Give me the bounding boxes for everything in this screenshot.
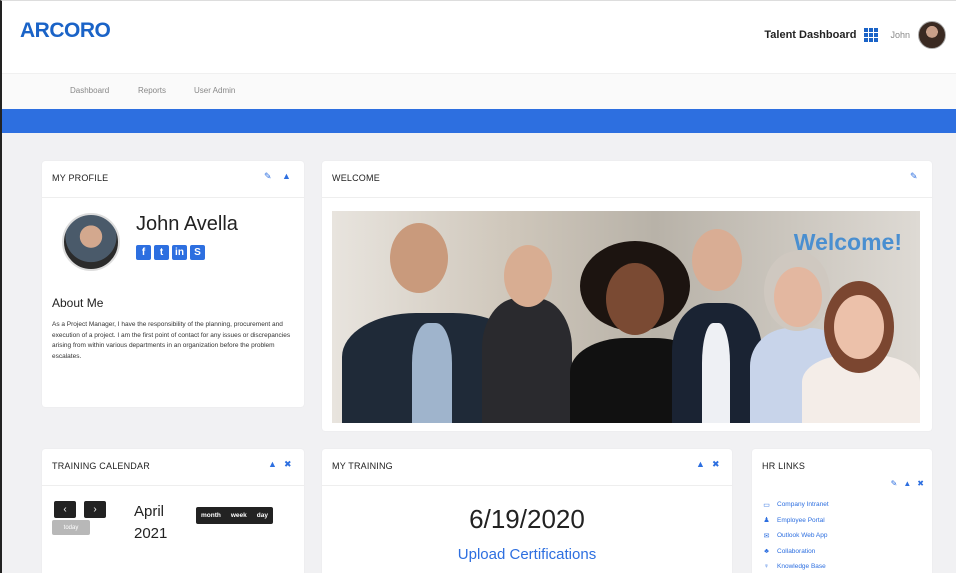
today-button[interactable]: today: [52, 520, 90, 535]
divider: [42, 197, 304, 198]
edit-icon[interactable]: ✎: [891, 479, 898, 488]
collapse-icon[interactable]: ▲: [268, 459, 277, 469]
close-icon[interactable]: ✖: [712, 459, 720, 470]
calendar-view-toggle: month week day: [196, 507, 273, 524]
close-icon[interactable]: ✖: [284, 459, 292, 470]
social-links: f t in S: [136, 245, 205, 260]
hr-links-controls: ✎ ▲ ✖: [891, 479, 924, 488]
hr-link-knowledge-base[interactable]: ♀ Knowledge Base: [762, 559, 829, 573]
my-profile-card: MY PROFILE ✎ ▲ John Avella f t in S Abou…: [42, 161, 304, 407]
hr-link-employee-portal[interactable]: ♟ Employee Portal: [762, 513, 829, 529]
close-icon[interactable]: ✖: [917, 479, 924, 488]
person-figure: [672, 211, 762, 423]
mail-icon: ✉: [763, 532, 770, 540]
edit-icon[interactable]: ✎: [264, 171, 272, 182]
top-header: ARCORO Talent Dashboard John: [2, 1, 956, 73]
year: 2021: [134, 525, 168, 542]
link-label[interactable]: Collaboration: [777, 548, 815, 555]
user-name[interactable]: John: [890, 30, 910, 40]
collapse-icon[interactable]: ▲: [903, 479, 911, 488]
person-icon: ♟: [763, 517, 770, 525]
profile-name: John Avella: [136, 213, 238, 235]
accent-bar: [2, 109, 956, 133]
next-month-button[interactable]: ›: [84, 501, 106, 518]
welcome-team-image: Welcome!: [332, 211, 920, 423]
nav-item-user-admin[interactable]: User Admin: [194, 86, 235, 95]
talent-dashboard-label[interactable]: Talent Dashboard: [764, 29, 856, 41]
day-view-button[interactable]: day: [252, 507, 273, 524]
app-window: ARCORO Talent Dashboard John Dashboard R…: [0, 0, 956, 573]
divider: [322, 197, 932, 198]
calendar-month-label: April 2021: [134, 501, 167, 545]
hr-links-card: HR LINKS ✎ ▲ ✖ ▭ Company Intranet ♟ Employ…: [752, 449, 932, 573]
arcoro-logo[interactable]: ARCORO: [20, 19, 111, 43]
hr-link-collaboration[interactable]: ♣ Collaboration: [762, 544, 829, 560]
card-title: MY TRAINING: [332, 461, 393, 471]
facebook-icon[interactable]: f: [136, 245, 151, 260]
twitter-icon[interactable]: t: [154, 245, 169, 260]
person-figure: [482, 211, 572, 423]
training-date: 6/19/2020: [469, 504, 585, 534]
nav-item-reports[interactable]: Reports: [138, 86, 166, 95]
card-title: TRAINING CALENDAR: [52, 461, 150, 471]
divider: [42, 485, 304, 486]
my-training-card: MY TRAINING ▲ ✖ 6/19/2020 Upload Certifi…: [322, 449, 732, 573]
card-title: MY PROFILE: [52, 173, 109, 183]
divider: [322, 485, 732, 486]
training-calendar-card: TRAINING CALENDAR ▲ ✖ ‹ › today April 20…: [42, 449, 304, 573]
link-label[interactable]: Outlook Web App: [777, 532, 827, 539]
welcome-banner-text: Welcome!: [793, 229, 902, 255]
month-view-button[interactable]: month: [196, 507, 226, 524]
app-grid-icon[interactable]: [864, 28, 879, 42]
prev-month-button[interactable]: ‹: [54, 501, 76, 518]
welcome-card: WELCOME ✎ Welcome!: [322, 161, 932, 431]
nav-item-dashboard[interactable]: Dashboard: [70, 86, 109, 95]
monitor-icon: ▭: [763, 501, 770, 509]
bulb-icon: ♀: [763, 563, 770, 571]
user-avatar[interactable]: [918, 21, 946, 49]
collapse-icon[interactable]: ▲: [696, 459, 705, 469]
edit-icon[interactable]: ✎: [910, 171, 918, 182]
hr-link-company-intranet[interactable]: ▭ Company Intranet: [762, 497, 829, 513]
skype-icon[interactable]: S: [190, 245, 205, 260]
header-user-area: Talent Dashboard John: [764, 21, 946, 49]
about-heading: About Me: [52, 296, 104, 310]
upload-certifications-link[interactable]: Upload Certifications: [322, 546, 732, 563]
hr-links-list: ▭ Company Intranet ♟ Employee Portal ✉ Outl…: [762, 497, 829, 573]
linkedin-icon[interactable]: in: [172, 245, 187, 260]
collapse-icon[interactable]: ▲: [282, 171, 291, 181]
link-label[interactable]: Knowledge Base: [777, 563, 826, 570]
card-title: HR LINKS: [762, 461, 806, 471]
month-name: April: [134, 503, 165, 520]
week-view-button[interactable]: week: [226, 507, 252, 524]
main-nav: Dashboard Reports User Admin: [2, 73, 956, 109]
link-label[interactable]: Employee Portal: [777, 517, 825, 524]
profile-avatar: [62, 213, 120, 271]
group-icon: ♣: [764, 547, 769, 555]
card-title: WELCOME: [332, 173, 380, 183]
hr-link-outlook-web-app[interactable]: ✉ Outlook Web App: [762, 528, 829, 544]
about-text: As a Project Manager, I have the respons…: [52, 321, 291, 360]
link-label[interactable]: Company Intranet: [777, 501, 829, 508]
